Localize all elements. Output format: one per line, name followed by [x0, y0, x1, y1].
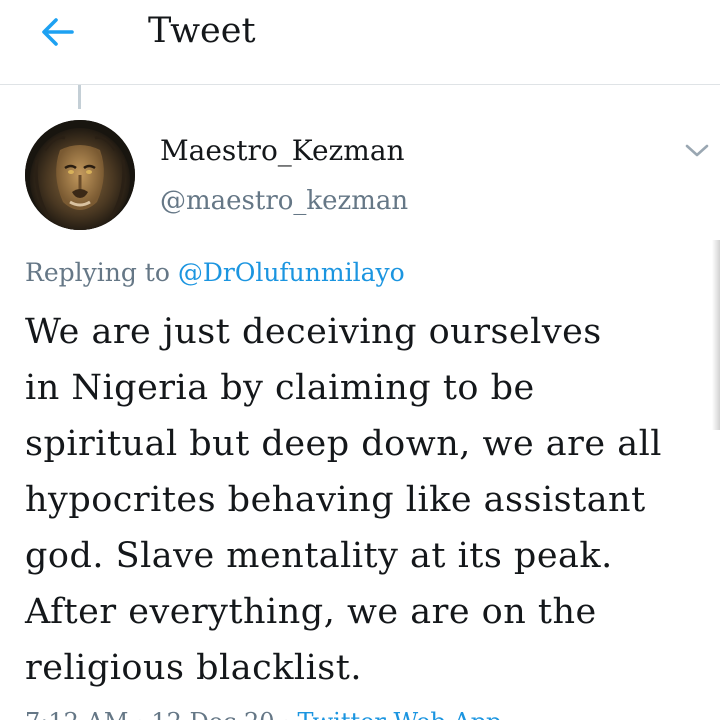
- tweet-body: We are just deceiving ourselves in Niger…: [25, 304, 715, 696]
- author-handle[interactable]: @maestro_kezman: [160, 183, 408, 219]
- tweet-source-link[interactable]: Twitter Web App: [297, 708, 501, 720]
- replying-to-mention-link[interactable]: @DrOlufunmilayo: [178, 258, 405, 287]
- thread-connector-line: [78, 85, 81, 109]
- lion-avatar-icon: [25, 120, 135, 230]
- tweet-text-line: in Nigeria by claiming to be: [25, 368, 535, 408]
- arrow-left-icon: [42, 18, 74, 46]
- tweet-text-line: religious blacklist.: [25, 648, 362, 688]
- meta-separator: ·: [136, 708, 151, 720]
- top-bar: Tweet: [0, 0, 720, 85]
- back-button[interactable]: [34, 12, 82, 52]
- tweet-text-line: We are just deceiving ourselves: [25, 312, 602, 352]
- tweet-meta: 7:12 AM · 12 Dec 20 · Twitter Web App: [25, 707, 501, 720]
- meta-separator: ·: [282, 708, 297, 720]
- tweet-text-line: spiritual but deep down, we are all: [25, 424, 662, 464]
- avatar[interactable]: [25, 120, 135, 230]
- tweet-time: 7:12 AM: [25, 708, 128, 720]
- edge-shadow: [712, 240, 720, 430]
- author-display-name[interactable]: Maestro_Kezman: [160, 133, 405, 169]
- chevron-down-icon: [685, 144, 709, 157]
- page-title: Tweet: [148, 11, 256, 51]
- tweet-date: 12 Dec 20: [151, 708, 274, 720]
- replying-to-line: Replying to @DrOlufunmilayo: [25, 255, 405, 291]
- tweet-text-line: After everything, we are on the: [25, 592, 597, 632]
- tweet-menu-button[interactable]: [680, 137, 714, 165]
- replying-to-prefix: Replying to: [25, 258, 170, 287]
- tweet-text-line: hypocrites behaving like assistant: [25, 480, 646, 520]
- tweet-text-line: god. Slave mentality at its peak.: [25, 536, 613, 576]
